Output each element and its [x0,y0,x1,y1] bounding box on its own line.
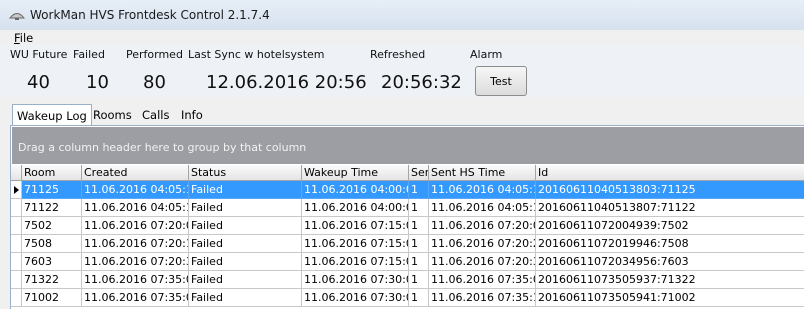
column-header-status[interactable]: Status [189,165,302,181]
cell-created[interactable]: 11.06.2016 07:35:05 [82,289,189,307]
cell-created[interactable]: 11.06.2016 07:20:34 [82,253,189,271]
cell-sent-hs-time[interactable]: 11.06.2016 07:35:09 [429,271,536,289]
column-header-created[interactable]: Created [82,165,189,181]
cell-status[interactable]: Failed [189,253,302,271]
table-row[interactable]: 71122 11.06.2016 04:05:13 Failed 11.06.2016… [11,199,804,217]
test-button[interactable]: Test [475,66,527,96]
title-bar: WorkMan HVS Frontdesk Control 2.1.7.4 [0,0,804,31]
table-row[interactable]: 7603 11.06.2016 07:20:34 Failed 11.06.2016 … [11,253,804,271]
cell-sent-hs-time[interactable]: 11.06.2016 04:05:14 [429,181,536,199]
cell-ser[interactable]: 1 [409,235,429,253]
menu-bar: File [0,30,804,45]
cell-room[interactable]: 71122 [22,199,82,217]
cell-ser[interactable]: 1 [409,181,429,199]
cell-sent-hs-time[interactable]: 11.06.2016 07:20:23 [429,235,536,253]
table-row[interactable]: 71002 11.06.2016 07:35:05 Failed 11.06.2016… [11,289,804,307]
row-indicator[interactable] [11,289,22,307]
table-row[interactable]: 71322 11.06.2016 07:35:05 Failed 11.06.2016… [11,271,804,289]
cell-status[interactable]: Failed [189,217,302,235]
cell-id[interactable]: 20160611072034956:7603 [536,253,804,271]
cell-wakeup-time[interactable]: 11.06.2016 07:30:00 [302,271,409,289]
cell-status[interactable]: Failed [189,271,302,289]
cell-room[interactable]: 7502 [22,217,82,235]
column-header-room[interactable]: Room [22,165,82,181]
row-indicator-header [11,165,22,181]
column-header-wakeup-time[interactable]: Wakeup Time [302,165,409,181]
row-indicator-arrow-icon[interactable] [11,181,22,199]
refreshed-label: Refreshed [370,48,426,61]
column-header-sent-hs-time[interactable]: Sent HS Time [429,165,536,181]
cell-sent-hs-time[interactable]: 11.06.2016 04:05:14 [429,199,536,217]
cell-id[interactable]: 20160611072019946:7508 [536,235,804,253]
cell-created[interactable]: 11.06.2016 07:35:05 [82,271,189,289]
cell-room[interactable]: 71322 [22,271,82,289]
cell-room[interactable]: 7508 [22,235,82,253]
cell-wakeup-time[interactable]: 11.06.2016 07:30:00 [302,289,409,307]
column-header-ser[interactable]: Ser [409,165,429,181]
cell-ser[interactable]: 1 [409,271,429,289]
cell-status[interactable]: Failed [189,199,302,217]
cell-status[interactable]: Failed [189,289,302,307]
tab-strip: Wakeup Log Rooms Calls Info [0,102,804,127]
row-indicator[interactable] [11,235,22,253]
refreshed-value: 20:56:32 [381,72,462,93]
cell-id[interactable]: 20160611040513803:71125 [536,181,804,199]
tab-info[interactable]: Info [177,106,207,125]
cell-status[interactable]: Failed [189,181,302,199]
cell-room[interactable]: 71002 [22,289,82,307]
cell-ser[interactable]: 1 [409,289,429,307]
cell-wakeup-time[interactable]: 11.06.2016 04:00:00 [302,199,409,217]
cell-sent-hs-time[interactable]: 11.06.2016 07:35:10 [429,289,536,307]
row-indicator[interactable] [11,199,22,217]
cell-sent-hs-time[interactable]: 11.06.2016 07:20:08 [429,217,536,235]
cell-wakeup-time[interactable]: 11.06.2016 07:15:00 [302,253,409,271]
cell-room[interactable]: 71125 [22,181,82,199]
menu-file[interactable]: File [14,31,33,45]
cell-ser[interactable]: 1 [409,217,429,235]
group-panel[interactable]: Drag a column header here to group by th… [12,127,804,164]
performed-value: 80 [143,72,166,93]
cell-wakeup-time[interactable]: 11.06.2016 07:15:00 [302,235,409,253]
cell-id[interactable]: 20160611040513807:71122 [536,199,804,217]
table-row[interactable]: 71125 11.06.2016 04:05:13 Failed 11.06.2016… [11,181,804,199]
cell-id[interactable]: 20160611073505937:71322 [536,271,804,289]
tab-rooms[interactable]: Rooms [89,106,136,125]
last-sync-label: Last Sync w hotelsystem [188,48,325,61]
column-header-id[interactable]: Id [536,165,804,181]
cell-created[interactable]: 11.06.2016 07:20:19 [82,235,189,253]
failed-label: Failed [73,48,105,61]
table-row[interactable]: 7502 11.06.2016 07:20:04 Failed 11.06.2016 … [11,217,804,235]
cell-id[interactable]: 20160611073505941:71002 [536,289,804,307]
tab-calls[interactable]: Calls [138,106,173,125]
alarm-label: Alarm [470,48,503,61]
cell-ser[interactable]: 1 [409,199,429,217]
row-indicator[interactable] [11,271,22,289]
cell-ser[interactable]: 1 [409,253,429,271]
wu-future-value: 40 [27,72,50,93]
table-row[interactable]: 7508 11.06.2016 07:20:19 Failed 11.06.2016 … [11,235,804,253]
cell-wakeup-time[interactable]: 11.06.2016 04:00:00 [302,181,409,199]
app-icon [9,13,25,20]
tab-wakeup-log[interactable]: Wakeup Log [12,104,92,127]
cell-room[interactable]: 7603 [22,253,82,271]
cell-created[interactable]: 11.06.2016 04:05:13 [82,199,189,217]
stats-panel: WU Future 40 Failed 10 Performed 80 Last… [0,45,804,97]
group-hint: Drag a column header here to group by th… [18,141,307,154]
wakeup-log-panel: Drag a column header here to group by th… [10,125,804,309]
row-indicator[interactable] [11,253,22,271]
cell-id[interactable]: 20160611072004939:7502 [536,217,804,235]
cell-created[interactable]: 11.06.2016 07:20:04 [82,217,189,235]
cell-sent-hs-time[interactable]: 11.06.2016 07:20:38 [429,253,536,271]
cell-status[interactable]: Failed [189,235,302,253]
last-sync-value: 12.06.2016 20:56 [206,72,367,93]
failed-value: 10 [86,72,109,93]
row-indicator[interactable] [11,217,22,235]
window-title: WorkMan HVS Frontdesk Control 2.1.7.4 [30,8,270,22]
performed-label: Performed [126,48,183,61]
cell-wakeup-time[interactable]: 11.06.2016 07:15:00 [302,217,409,235]
cell-created[interactable]: 11.06.2016 04:05:13 [82,181,189,199]
wu-future-label: WU Future [10,48,68,61]
